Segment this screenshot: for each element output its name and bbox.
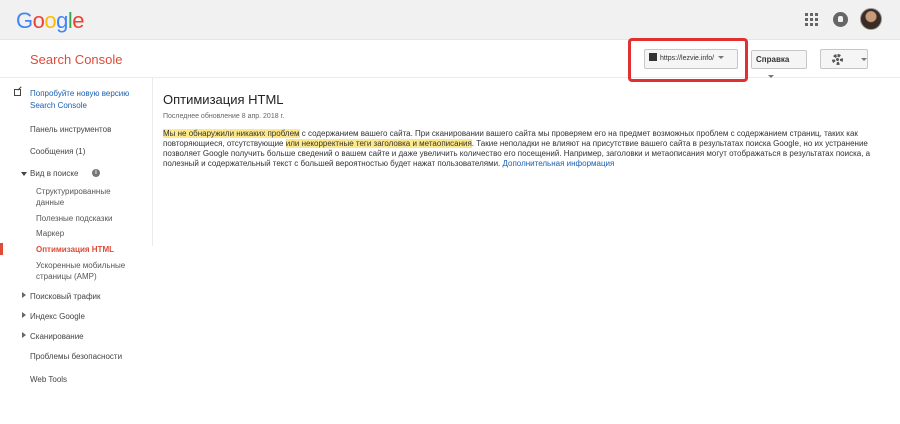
site-selector-button[interactable]: https://lezvie.info/ <box>644 49 738 69</box>
logo-letter: G <box>16 8 33 33</box>
sidebar-item-crawl[interactable]: Сканирование <box>30 331 84 342</box>
expand-right-icon[interactable] <box>22 332 26 338</box>
logo-letter: o <box>32 8 45 33</box>
search-console-title[interactable]: Search Console <box>30 52 123 67</box>
sidebar-item-amp[interactable]: Ускоренные мобильные <box>36 260 125 271</box>
expand-right-icon[interactable] <box>22 292 26 298</box>
site-url: https://lezvie.info/ <box>660 55 715 62</box>
sidebar-item-structured-data-2[interactable]: данные <box>36 197 64 208</box>
logo-letter: e <box>72 8 85 33</box>
description-text: Мы не обнаружили никаких проблем с содер… <box>163 129 871 169</box>
logo-letter: g <box>56 8 68 33</box>
sidebar-item-structured-data[interactable]: Структурированные <box>36 186 111 197</box>
notifications-icon[interactable] <box>833 12 848 27</box>
highlighted-text: Мы не обнаружили никаких проблем <box>163 129 300 138</box>
help-button[interactable]: Справка <box>751 50 807 78</box>
google-logo[interactable]: Google <box>16 8 85 34</box>
chevron-down-icon <box>861 58 867 61</box>
sidebar-item-html-improvements[interactable]: Оптимизация HTML <box>36 244 114 255</box>
expand-down-icon[interactable] <box>21 172 27 176</box>
apps-grid-icon[interactable] <box>805 13 819 27</box>
info-icon[interactable]: i <box>92 169 100 177</box>
settings-button[interactable] <box>820 49 868 69</box>
sidebar-item-rich-cards[interactable]: Полезные подсказки <box>36 213 112 224</box>
last-updated: Последнее обновление 8 апр. 2018 г. <box>163 113 285 120</box>
gear-icon <box>832 54 843 65</box>
help-label: Справка <box>756 55 790 64</box>
site-favicon-icon <box>649 53 657 61</box>
avatar[interactable] <box>860 8 882 30</box>
sidebar-item-web-tools[interactable]: Web Tools <box>30 374 67 385</box>
sidebar-item-highlighter[interactable]: Маркер <box>36 228 64 239</box>
top-bar: Google <box>0 0 900 40</box>
sidebar-item-messages[interactable]: Сообщения (1) <box>30 146 85 157</box>
logo-letter: o <box>44 8 57 33</box>
sidebar-try-new-version[interactable]: Попробуйте новую версию <box>30 88 129 99</box>
sidebar-item-dashboard[interactable]: Панель инструментов <box>30 124 111 135</box>
sidebar-item-search-appearance[interactable]: Вид в поиске <box>30 168 78 179</box>
more-info-link[interactable]: Дополнительная информация <box>503 159 615 168</box>
sidebar-item-amp-2[interactable]: страницы (AMP) <box>36 271 97 282</box>
active-indicator <box>0 243 3 255</box>
sidebar-item-search-traffic[interactable]: Поисковый трафик <box>30 291 101 302</box>
highlighted-text: или некорректные теги заголовка и метаоп… <box>285 139 472 148</box>
sidebar-item-security[interactable]: Проблемы безопасности <box>30 351 122 362</box>
chevron-down-icon <box>768 75 774 78</box>
external-link-icon <box>14 89 21 96</box>
sidebar-item-google-index[interactable]: Индекс Google <box>30 311 85 322</box>
chevron-down-icon <box>718 56 725 59</box>
sidebar-try-new-version-2[interactable]: Search Console <box>30 100 87 111</box>
page-title: Оптимизация HTML <box>163 92 284 107</box>
expand-right-icon[interactable] <box>22 312 26 318</box>
